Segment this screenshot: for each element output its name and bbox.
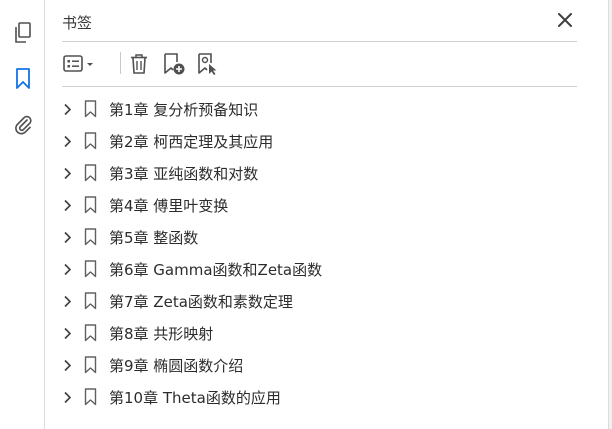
attachment-icon <box>13 114 33 140</box>
bookmark-label: 第9章 椭圆函数介绍 <box>109 356 244 375</box>
panel-header: 书签 <box>62 8 577 42</box>
panel-title: 书签 <box>62 14 93 32</box>
bookmark-item[interactable]: 第4章 傅里叶变换 <box>56 189 586 221</box>
bookmark-label: 第6章 Gamma函数和Zeta函数 <box>109 260 323 279</box>
bookmark-label: 第5章 整函数 <box>109 228 199 247</box>
bookmark-icon <box>84 292 98 310</box>
bookmark-item[interactable]: 第8章 共形映射 <box>56 317 586 349</box>
bookmark-icon <box>84 388 98 406</box>
expand-chevron-icon[interactable] <box>60 389 74 405</box>
bookmark-item[interactable]: 第6章 Gamma函数和Zeta函数 <box>56 253 586 285</box>
bookmarks-toolbar <box>62 50 577 86</box>
delete-bookmark-button[interactable] <box>126 50 152 78</box>
close-icon <box>558 13 572 27</box>
expand-chevron-icon[interactable] <box>60 133 74 149</box>
toolbar-separator <box>62 86 577 87</box>
bookmark-label: 第8章 共形映射 <box>109 324 214 343</box>
bookmark-item[interactable]: 第10章 Theta函数的应用 <box>56 381 586 413</box>
bookmark-item[interactable]: 第7章 Zeta函数和素数定理 <box>56 285 586 317</box>
bookmark-label: 第10章 Theta函数的应用 <box>109 388 281 407</box>
bookmark-item[interactable]: 第1章 复分析预备知识 <box>56 93 586 125</box>
options-menu-icon <box>63 55 93 72</box>
bookmark-label: 第3章 亚纯函数和对数 <box>109 164 259 183</box>
bookmark-item[interactable]: 第3章 亚纯函数和对数 <box>56 157 586 189</box>
bookmark-icon <box>15 68 31 94</box>
navigation-rail <box>0 0 45 429</box>
panel-right-edge <box>608 0 612 429</box>
expand-chevron-icon[interactable] <box>60 357 74 373</box>
bookmark-icon <box>84 356 98 374</box>
bookmark-icon <box>84 260 98 278</box>
pages-button[interactable] <box>0 18 45 52</box>
expand-chevron-icon[interactable] <box>60 229 74 245</box>
bookmark-icon <box>84 196 98 214</box>
options-menu-button[interactable] <box>62 50 100 78</box>
bookmark-label: 第2章 柯西定理及其应用 <box>109 132 274 151</box>
bookmark-label: 第4章 傅里叶变换 <box>109 196 229 215</box>
bookmark-item[interactable]: 第9章 椭圆函数介绍 <box>56 349 586 381</box>
delete-bookmark-icon <box>131 54 147 74</box>
expand-chevron-icon[interactable] <box>60 261 74 277</box>
expand-chevron-icon[interactable] <box>60 165 74 181</box>
bookmark-icon <box>84 164 98 182</box>
new-bookmark-button[interactable] <box>160 50 188 78</box>
bookmark-item[interactable]: 第2章 柯西定理及其应用 <box>56 125 586 157</box>
bookmark-icon <box>84 132 98 150</box>
expand-chevron-icon[interactable] <box>60 325 74 341</box>
toolbar-divider <box>120 52 121 74</box>
bookmark-label: 第7章 Zeta函数和素数定理 <box>109 292 293 311</box>
bookmarks-button[interactable] <box>0 64 45 98</box>
bookmark-icon <box>84 324 98 342</box>
pages-icon <box>13 22 33 48</box>
bookmark-icon <box>84 228 98 246</box>
bookmark-list: 第1章 复分析预备知识 第2章 柯西定理及其应用 第3章 亚纯函数和对数 第4章… <box>56 93 586 413</box>
expand-chevron-icon[interactable] <box>60 101 74 117</box>
bookmark-from-selection-icon <box>198 53 217 75</box>
bookmark-from-selection-button[interactable] <box>194 50 222 78</box>
close-button[interactable] <box>557 12 573 28</box>
new-bookmark-icon <box>164 53 185 75</box>
bookmark-icon <box>84 100 98 118</box>
expand-chevron-icon[interactable] <box>60 293 74 309</box>
bookmarks-panel: 书签 第1章 复分析预备知识 第2章 柯西定理及其应用 第3章 亚纯函数和对数 … <box>46 0 612 429</box>
bookmark-label: 第1章 复分析预备知识 <box>109 100 259 119</box>
bookmark-item[interactable]: 第5章 整函数 <box>56 221 586 253</box>
attachments-button[interactable] <box>0 110 45 144</box>
expand-chevron-icon[interactable] <box>60 197 74 213</box>
